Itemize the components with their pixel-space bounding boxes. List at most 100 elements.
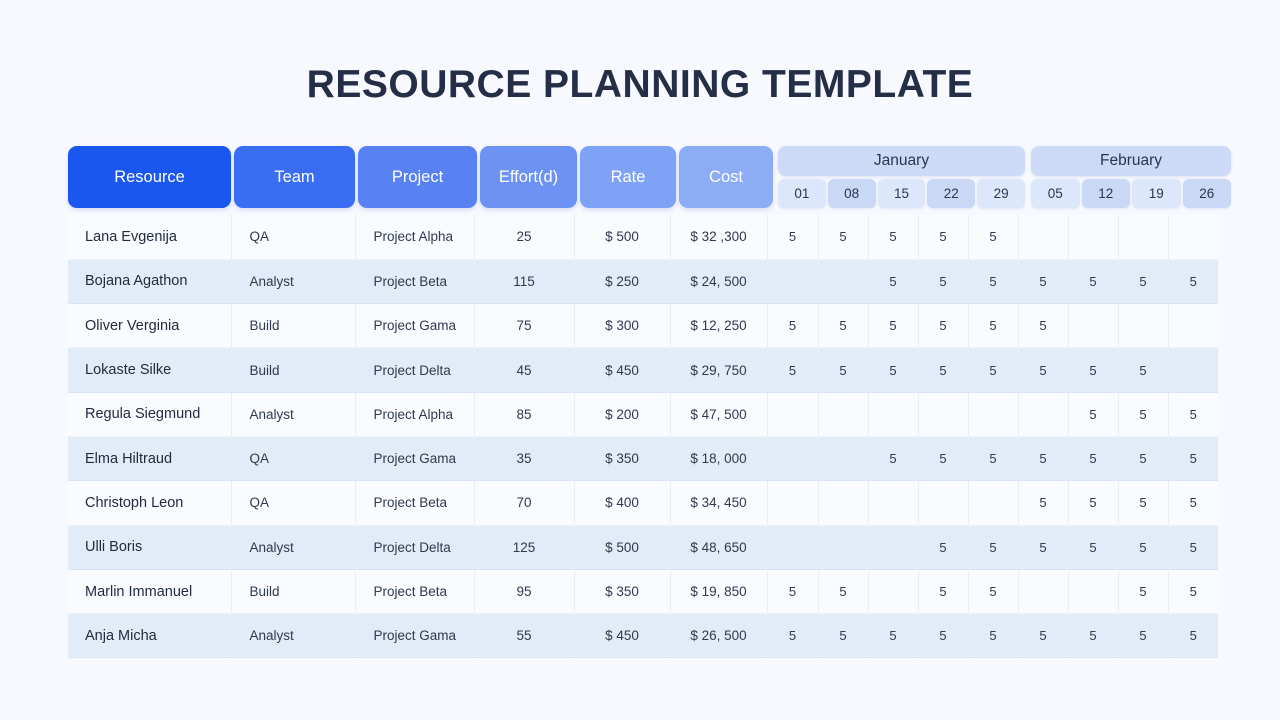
week-header-jan-29[interactable]: 29	[977, 179, 1025, 208]
cell-allocation-week-3[interactable]: 5	[918, 613, 969, 659]
cell-allocation-week-6[interactable]	[1068, 303, 1119, 349]
cell-allocation-week-8[interactable]: 5	[1168, 259, 1218, 305]
week-header-feb-12[interactable]: 12	[1081, 179, 1130, 208]
week-header-jan-01[interactable]: 01	[778, 179, 826, 208]
table-row[interactable]: Oliver Verginia Build Project Gama 75 $ 300 $…	[68, 303, 1218, 349]
cell-allocation-week-4[interactable]: 5	[968, 259, 1019, 305]
cell-allocation-week-2[interactable]	[868, 392, 919, 437]
cell-allocation-week-4[interactable]	[968, 480, 1019, 526]
cell-allocation-week-4[interactable]	[968, 392, 1019, 437]
cell-allocation-week-5[interactable]	[1018, 215, 1069, 260]
cell-allocation-week-1[interactable]	[818, 259, 869, 305]
cell-allocation-week-2[interactable]: 5	[868, 215, 919, 260]
cell-allocation-week-5[interactable]: 5	[1018, 525, 1069, 570]
cell-allocation-week-7[interactable]: 5	[1118, 613, 1169, 659]
column-header-effort[interactable]: Effort(d)	[480, 146, 577, 208]
cell-allocation-week-3[interactable]: 5	[918, 259, 969, 305]
cell-allocation-week-0[interactable]: 5	[767, 215, 819, 260]
week-header-feb-19[interactable]: 19	[1132, 179, 1181, 208]
cell-allocation-week-7[interactable]: 5	[1118, 569, 1169, 615]
cell-allocation-week-0[interactable]: 5	[767, 303, 819, 349]
cell-allocation-week-1[interactable]	[818, 392, 869, 437]
table-row[interactable]: Regula Siegmund Analyst Project Alpha 85 $ 2…	[68, 392, 1218, 437]
cell-allocation-week-2[interactable]: 5	[868, 303, 919, 349]
cell-allocation-week-3[interactable]: 5	[918, 215, 969, 260]
cell-allocation-week-5[interactable]	[1018, 392, 1069, 437]
cell-allocation-week-4[interactable]: 5	[968, 347, 1019, 393]
cell-allocation-week-8[interactable]: 5	[1168, 525, 1218, 570]
cell-allocation-week-5[interactable]: 5	[1018, 303, 1069, 349]
column-header-resource[interactable]: Resource	[68, 146, 231, 208]
cell-allocation-week-5[interactable]: 5	[1018, 436, 1069, 482]
column-header-cost[interactable]: Cost	[679, 146, 773, 208]
cell-allocation-week-8[interactable]: 5	[1168, 569, 1218, 615]
cell-allocation-week-2[interactable]	[868, 480, 919, 526]
cell-allocation-week-8[interactable]: 5	[1168, 392, 1218, 437]
cell-allocation-week-3[interactable]: 5	[918, 525, 969, 570]
cell-allocation-week-1[interactable]	[818, 525, 869, 570]
cell-allocation-week-3[interactable]: 5	[918, 347, 969, 393]
cell-allocation-week-7[interactable]: 5	[1118, 259, 1169, 305]
cell-allocation-week-0[interactable]: 5	[767, 569, 819, 615]
cell-allocation-week-1[interactable]: 5	[818, 347, 869, 393]
cell-allocation-week-2[interactable]: 5	[868, 613, 919, 659]
cell-allocation-week-5[interactable]: 5	[1018, 259, 1069, 305]
table-row[interactable]: Ulli Boris Analyst Project Delta 125 $ 500 $ …	[68, 525, 1218, 570]
cell-allocation-week-5[interactable]: 5	[1018, 613, 1069, 659]
cell-allocation-week-7[interactable]	[1118, 303, 1169, 349]
cell-allocation-week-2[interactable]: 5	[868, 436, 919, 482]
cell-allocation-week-1[interactable]	[818, 480, 869, 526]
column-header-project[interactable]: Project	[358, 146, 477, 208]
cell-allocation-week-6[interactable]: 5	[1068, 525, 1119, 570]
column-header-rate[interactable]: Rate	[580, 146, 676, 208]
cell-allocation-week-3[interactable]	[918, 480, 969, 526]
table-row[interactable]: Lana Evgenija QA Project Alpha 25 $ 500 $ 32 …	[68, 215, 1218, 260]
week-header-feb-26[interactable]: 26	[1182, 179, 1231, 208]
cell-allocation-week-7[interactable]: 5	[1118, 347, 1169, 393]
cell-allocation-week-2[interactable]	[868, 569, 919, 615]
week-header-jan-15[interactable]: 15	[877, 179, 926, 208]
cell-allocation-week-8[interactable]: 5	[1168, 613, 1218, 659]
cell-allocation-week-3[interactable]: 5	[918, 569, 969, 615]
cell-allocation-week-6[interactable]	[1068, 215, 1119, 260]
week-header-jan-22[interactable]: 22	[927, 179, 976, 208]
cell-allocation-week-2[interactable]: 5	[868, 259, 919, 305]
cell-allocation-week-0[interactable]	[767, 436, 819, 482]
cell-allocation-week-4[interactable]: 5	[968, 436, 1019, 482]
cell-allocation-week-6[interactable]: 5	[1068, 613, 1119, 659]
table-row[interactable]: Christoph Leon QA Project Beta 70 $ 400 $ 34,…	[68, 480, 1218, 526]
cell-allocation-week-7[interactable]: 5	[1118, 525, 1169, 570]
cell-allocation-week-3[interactable]	[918, 392, 969, 437]
cell-allocation-week-4[interactable]: 5	[968, 215, 1019, 260]
cell-allocation-week-3[interactable]: 5	[918, 303, 969, 349]
week-header-feb-05[interactable]: 05	[1031, 179, 1080, 208]
cell-allocation-week-7[interactable]: 5	[1118, 480, 1169, 526]
table-row[interactable]: Lokaste Silke Build Project Delta 45 $ 450 $ …	[68, 347, 1218, 393]
cell-allocation-week-1[interactable]: 5	[818, 613, 869, 659]
cell-allocation-week-8[interactable]: 5	[1168, 436, 1218, 482]
cell-allocation-week-5[interactable]: 5	[1018, 480, 1069, 526]
month-label-january[interactable]: January	[778, 146, 1025, 176]
table-row[interactable]: Marlin Immanuel Build Project Beta 95 $ 350 $…	[68, 569, 1218, 615]
cell-allocation-week-1[interactable]	[818, 436, 869, 482]
cell-allocation-week-6[interactable]: 5	[1068, 392, 1119, 437]
cell-allocation-week-7[interactable]	[1118, 215, 1169, 260]
cell-allocation-week-6[interactable]: 5	[1068, 436, 1119, 482]
table-row[interactable]: Bojana Agathon Analyst Project Beta 115 $ 25…	[68, 259, 1218, 305]
cell-allocation-week-0[interactable]	[767, 525, 819, 570]
column-header-team[interactable]: Team	[234, 146, 355, 208]
cell-allocation-week-6[interactable]: 5	[1068, 347, 1119, 393]
cell-allocation-week-6[interactable]	[1068, 569, 1119, 615]
cell-allocation-week-4[interactable]: 5	[968, 613, 1019, 659]
cell-allocation-week-5[interactable]	[1018, 569, 1069, 615]
cell-allocation-week-0[interactable]	[767, 392, 819, 437]
month-label-february[interactable]: February	[1031, 146, 1231, 176]
cell-allocation-week-2[interactable]	[868, 525, 919, 570]
cell-allocation-week-7[interactable]: 5	[1118, 436, 1169, 482]
cell-allocation-week-2[interactable]: 5	[868, 347, 919, 393]
table-row[interactable]: Elma Hiltraud QA Project Gama 35 $ 350 $ 18, …	[68, 436, 1218, 482]
table-row[interactable]: Anja Micha Analyst Project Gama 55 $ 450 $ 26…	[68, 613, 1218, 659]
cell-allocation-week-8[interactable]: 5	[1168, 480, 1218, 526]
cell-allocation-week-1[interactable]: 5	[818, 215, 869, 260]
cell-allocation-week-0[interactable]	[767, 480, 819, 526]
